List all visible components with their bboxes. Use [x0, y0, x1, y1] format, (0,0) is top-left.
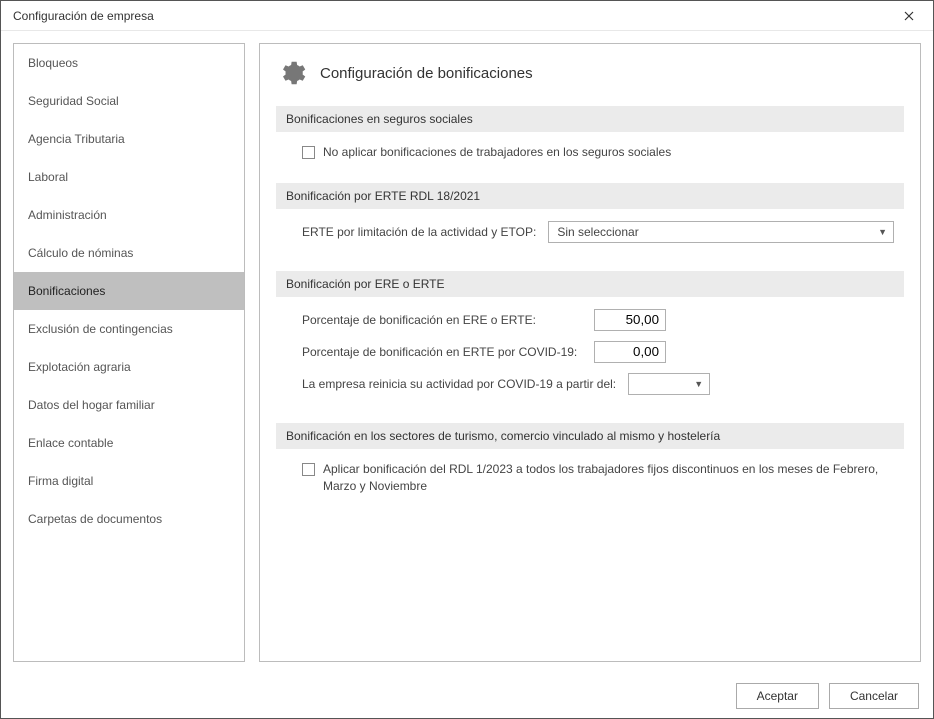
sidebar-item-8[interactable]: Explotación agraria — [14, 348, 244, 386]
cancel-button[interactable]: Cancelar — [829, 683, 919, 709]
sidebar-item-4[interactable]: Administración — [14, 196, 244, 234]
chevron-down-icon: ▼ — [694, 379, 703, 389]
sidebar-item-5[interactable]: Cálculo de nóminas — [14, 234, 244, 272]
window-title: Configuración de empresa — [13, 9, 154, 23]
no-aplicar-checkbox[interactable] — [302, 146, 315, 159]
erte-etop-select[interactable]: Sin seleccionar ▼ — [548, 221, 894, 243]
sidebar-item-2[interactable]: Agencia Tributaria — [14, 120, 244, 158]
section-header-erte-rdl: Bonificación por ERTE RDL 18/2021 — [276, 183, 904, 209]
close-button[interactable] — [893, 2, 925, 30]
erte-etop-select-value: Sin seleccionar — [557, 225, 638, 239]
reinicia-date-select[interactable]: ▼ — [628, 373, 710, 395]
titlebar: Configuración de empresa — [1, 1, 933, 31]
sidebar-item-3[interactable]: Laboral — [14, 158, 244, 196]
aplicar-rdl-label: Aplicar bonificación del RDL 1/2023 a to… — [323, 461, 894, 495]
sidebar: BloqueosSeguridad SocialAgencia Tributar… — [13, 43, 245, 662]
no-aplicar-label: No aplicar bonificaciones de trabajadore… — [323, 144, 671, 161]
main-panel: Configuración de bonificaciones Bonifica… — [259, 43, 921, 662]
page-header: Configuración de bonificaciones — [276, 58, 904, 88]
close-icon — [904, 11, 914, 21]
chevron-down-icon: ▼ — [878, 227, 887, 237]
aplicar-rdl-checkbox[interactable] — [302, 463, 315, 476]
sidebar-item-10[interactable]: Enlace contable — [14, 424, 244, 462]
pct-ere-input[interactable] — [594, 309, 666, 331]
sidebar-item-1[interactable]: Seguridad Social — [14, 82, 244, 120]
pct-ere-label: Porcentaje de bonificación en ERE o ERTE… — [302, 313, 582, 327]
sidebar-item-9[interactable]: Datos del hogar familiar — [14, 386, 244, 424]
sidebar-item-7[interactable]: Exclusión de contingencias — [14, 310, 244, 348]
pct-covid-label: Porcentaje de bonificación en ERTE por C… — [302, 345, 582, 359]
sidebar-item-0[interactable]: Bloqueos — [14, 44, 244, 82]
erte-etop-label: ERTE por limitación de la actividad y ET… — [302, 225, 536, 239]
section-header-turismo: Bonificación en los sectores de turismo,… — [276, 423, 904, 449]
accept-button[interactable]: Aceptar — [736, 683, 819, 709]
section-header-seguros: Bonificaciones en seguros sociales — [276, 106, 904, 132]
sidebar-item-11[interactable]: Firma digital — [14, 462, 244, 500]
gear-icon — [276, 58, 306, 88]
sidebar-item-12[interactable]: Carpetas de documentos — [14, 500, 244, 538]
sidebar-item-6[interactable]: Bonificaciones — [14, 272, 244, 310]
pct-covid-input[interactable] — [594, 341, 666, 363]
reinicia-label: La empresa reinicia su actividad por COV… — [302, 377, 616, 391]
page-title: Configuración de bonificaciones — [320, 65, 533, 82]
footer: Aceptar Cancelar — [1, 674, 933, 718]
section-header-ere-erte: Bonificación por ERE o ERTE — [276, 271, 904, 297]
